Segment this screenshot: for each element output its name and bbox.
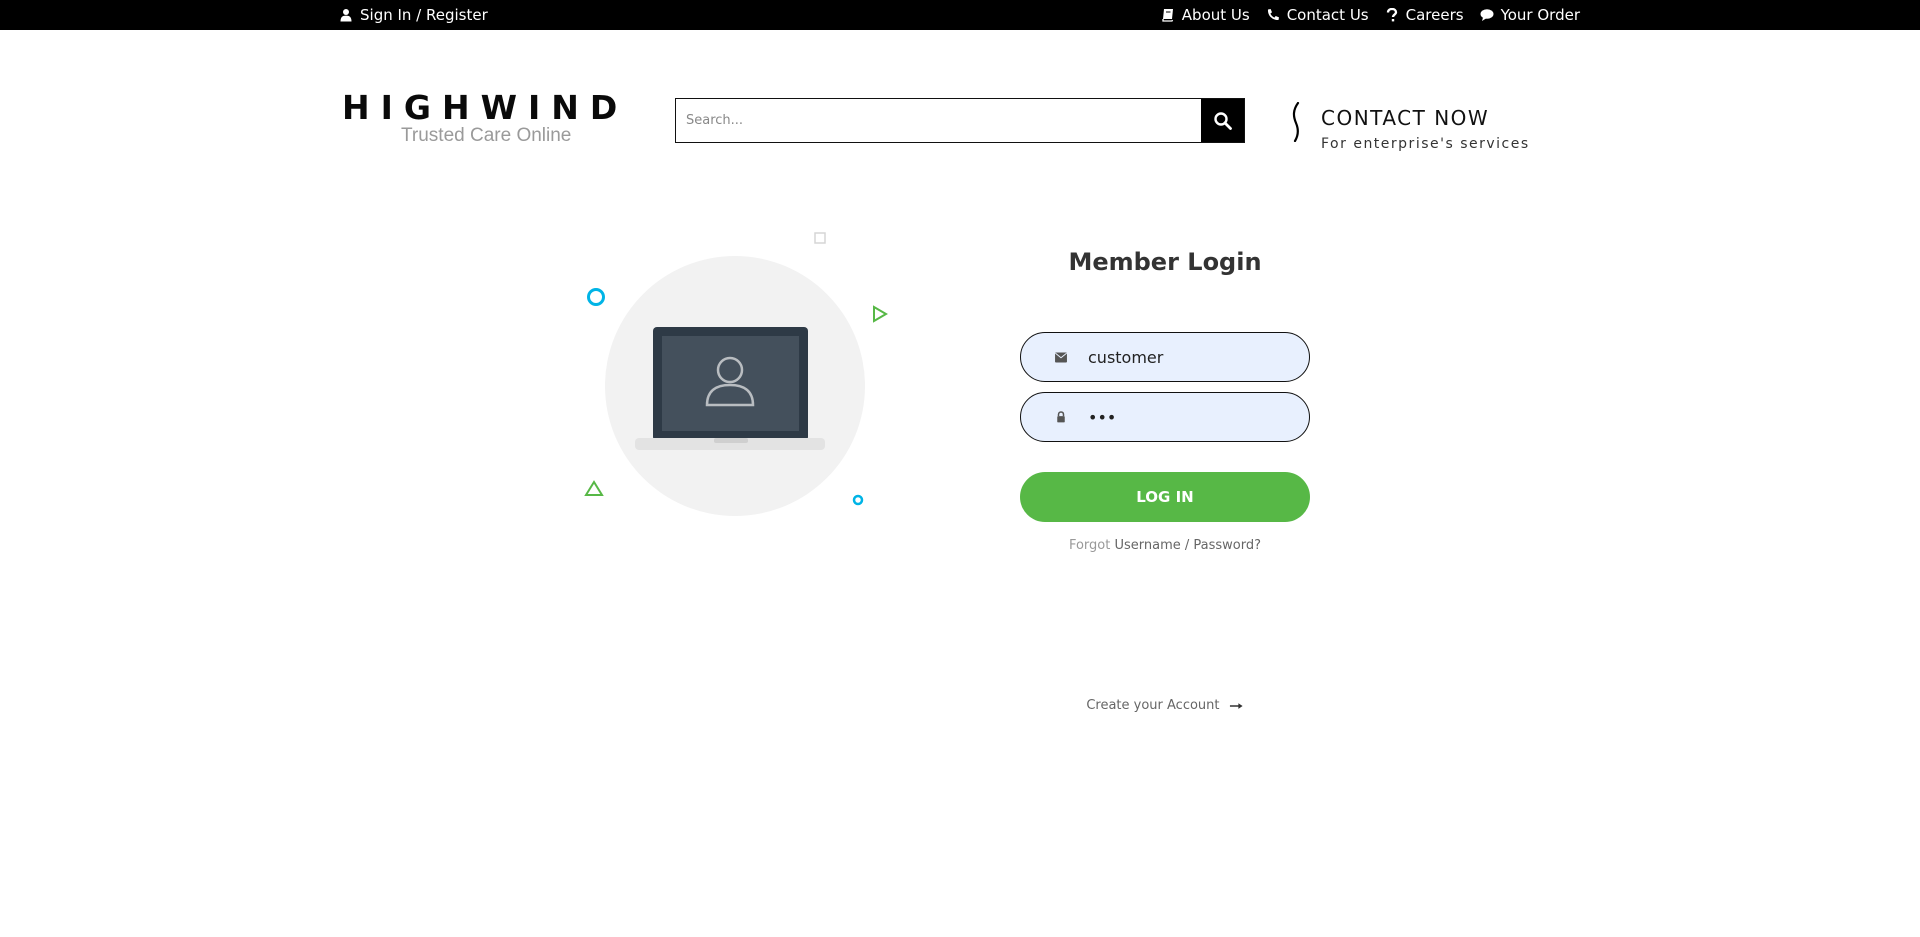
nav-careers[interactable]: Careers — [1385, 6, 1464, 24]
search-input[interactable] — [676, 99, 1201, 142]
deco-circle-large — [587, 288, 605, 306]
nav-your-order[interactable]: Your Order — [1480, 6, 1580, 24]
create-account-label: Create your Account — [1086, 698, 1220, 713]
nav-about-us-label: About Us — [1181, 6, 1250, 24]
contact-swirl-icon — [1292, 102, 1300, 142]
password-field — [1020, 392, 1310, 442]
user-icon — [340, 9, 352, 22]
deco-circle-small — [852, 494, 864, 506]
comment-icon — [1480, 9, 1494, 21]
username-field — [1020, 332, 1310, 382]
nav-contact-us[interactable]: Contact Us — [1266, 6, 1369, 24]
arrow-right-icon — [1229, 702, 1243, 709]
username-input[interactable] — [1088, 347, 1288, 367]
sign-in-register-link[interactable]: Sign In / Register — [339, 6, 488, 24]
search-icon — [1213, 111, 1232, 130]
login-title: Member Login — [1068, 248, 1262, 276]
search-bar — [675, 98, 1245, 143]
deco-triangle-right — [873, 305, 888, 323]
nav-about-us[interactable]: About Us — [1161, 6, 1250, 24]
deco-square — [814, 232, 826, 244]
question-icon — [1386, 8, 1397, 22]
password-input[interactable] — [1088, 407, 1288, 427]
brand-name: HIGHWIND — [342, 88, 629, 127]
laptop-icon — [635, 327, 825, 450]
nav-careers-label: Careers — [1405, 6, 1464, 24]
top-bar: Sign In / Register About Us Contact Us C… — [0, 0, 1920, 30]
brand-tagline: Trusted Care Online — [401, 125, 572, 146]
book-icon — [1162, 9, 1173, 22]
login-button[interactable]: LOG IN — [1020, 472, 1310, 522]
contact-now-title: CONTACT NOW — [1321, 106, 1490, 130]
create-account-link[interactable]: Create your Account — [1020, 698, 1310, 713]
forgot-username-password-link[interactable]: Username / Password? — [1114, 538, 1261, 553]
forgot-credentials: Forgot Username / Password? — [1020, 538, 1310, 553]
envelope-icon — [1054, 350, 1068, 364]
contact-now-subtitle: For enterprise's services — [1321, 136, 1530, 152]
forgot-prefix: Forgot — [1068, 538, 1111, 553]
lock-icon — [1054, 410, 1068, 424]
sign-in-register-label: Sign In / Register — [360, 6, 488, 24]
search-button[interactable] — [1201, 99, 1244, 142]
phone-icon — [1267, 9, 1279, 21]
nav-contact-us-label: Contact Us — [1286, 6, 1369, 24]
login-illustration — [584, 232, 888, 516]
top-nav: About Us Contact Us Careers Your Order — [1161, 6, 1580, 24]
site-logo[interactable]: HIGHWIND Trusted Care Online — [342, 88, 629, 146]
nav-your-order-label: Your Order — [1500, 6, 1580, 24]
deco-triangle-up — [584, 480, 604, 496]
